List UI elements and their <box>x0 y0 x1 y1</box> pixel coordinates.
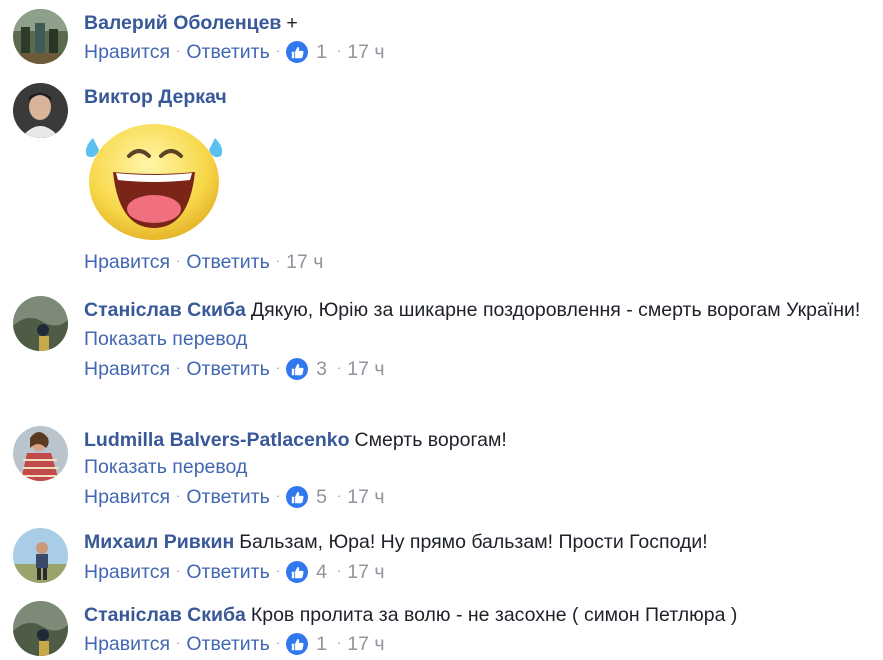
avatar[interactable] <box>13 601 68 656</box>
separator: · <box>336 488 342 503</box>
timestamp[interactable]: 17 ч <box>286 249 323 275</box>
comment-message: Кров пролита за волю - не засохне ( симо… <box>250 604 738 626</box>
like-button[interactable]: Нравится <box>84 631 170 657</box>
like-button[interactable]: Нравится <box>84 559 170 585</box>
timestamp[interactable]: 17 ч <box>347 631 384 657</box>
like-count: 1 <box>316 633 327 655</box>
timestamp[interactable]: 17 ч <box>347 559 384 585</box>
like-button[interactable]: Нравится <box>84 356 170 382</box>
reply-button[interactable]: Ответить <box>186 559 269 585</box>
comment-text: Валерий Оболенцев + <box>84 9 873 37</box>
laughing-face-sticker <box>79 116 873 246</box>
comment-text: Ludmilla Balvers-Patlacenko Смерть ворога… <box>84 426 873 454</box>
timestamp[interactable]: 17 ч <box>347 356 384 382</box>
avatar[interactable] <box>13 528 68 583</box>
author-name[interactable]: Валерий Оболенцев <box>84 12 281 34</box>
like-icon[interactable] <box>286 358 309 380</box>
like-icon[interactable] <box>286 561 309 583</box>
separator: · <box>275 563 281 578</box>
separator: · <box>176 635 181 650</box>
comment-actions: Нравится · Ответить · 1 · 17 ч <box>84 39 873 65</box>
comment-actions: Нравится · Ответить · 5 · 17 ч <box>84 484 873 510</box>
author-name[interactable]: Михаил Ривкин <box>84 531 234 553</box>
reply-button[interactable]: Ответить <box>186 631 269 657</box>
comment-list: Валерий Оболенцев + Нравится · Ответить ·… <box>0 0 883 660</box>
like-count: 4 <box>316 561 327 583</box>
comment-message: + <box>286 12 298 34</box>
separator: · <box>275 253 281 268</box>
like-count: 1 <box>316 41 327 63</box>
comment-message: Смерть ворогам! <box>354 429 507 451</box>
avatar[interactable] <box>13 83 68 138</box>
separator: · <box>176 43 181 58</box>
like-count: 5 <box>316 486 327 508</box>
separator: · <box>336 635 342 650</box>
comment-text: Станіслав Скиба Дякую, Юрію за шикарне по… <box>84 296 873 324</box>
show-translation-link[interactable]: Показать перевод <box>84 326 873 352</box>
like-count: 3 <box>316 358 327 380</box>
reply-button[interactable]: Ответить <box>186 356 269 382</box>
like-icon[interactable] <box>286 486 309 508</box>
reply-button[interactable]: Ответить <box>186 484 269 510</box>
comment-actions: Нравится · Ответить · 1 · 17 ч <box>84 631 873 657</box>
like-icon[interactable] <box>286 41 309 63</box>
like-icon[interactable] <box>286 633 309 655</box>
comment-actions: Нравится · Ответить · 4 · 17 ч <box>84 559 873 585</box>
show-translation-link[interactable]: Показать перевод <box>84 454 873 480</box>
separator: · <box>275 488 281 503</box>
separator: · <box>275 360 281 375</box>
timestamp[interactable]: 17 ч <box>347 484 384 510</box>
comment-text: Станіслав Скиба Кров пролита за волю - не… <box>84 601 873 629</box>
like-button[interactable]: Нравится <box>84 39 170 65</box>
like-button[interactable]: Нравится <box>84 249 170 275</box>
like-button[interactable]: Нравится <box>84 484 170 510</box>
separator: · <box>176 488 181 503</box>
separator: · <box>275 43 281 58</box>
timestamp[interactable]: 17 ч <box>347 39 384 65</box>
separator: · <box>176 360 181 375</box>
avatar[interactable] <box>13 9 68 64</box>
separator: · <box>176 563 181 578</box>
author-name[interactable]: Виктор Деркач <box>84 86 227 108</box>
avatar[interactable] <box>13 426 68 481</box>
comment-message: Бальзам, Юра! Ну прямо бальзам! Прости Г… <box>239 531 708 553</box>
separator: · <box>336 563 342 578</box>
avatar[interactable] <box>13 296 68 351</box>
reply-button[interactable]: Ответить <box>186 39 269 65</box>
separator: · <box>176 253 181 268</box>
author-name[interactable]: Станіслав Скиба <box>84 604 246 626</box>
author-name[interactable]: Ludmilla Balvers-Patlacenko <box>84 429 350 451</box>
comment-text: Виктор Деркач <box>84 83 873 111</box>
separator: · <box>275 635 281 650</box>
separator: · <box>336 43 342 58</box>
comment-actions: Нравится · Ответить · 17 ч <box>84 249 873 275</box>
comment-message: Дякую, Юрію за шикарне поздоровлення - с… <box>250 299 861 321</box>
separator: · <box>336 360 342 375</box>
author-name[interactable]: Станіслав Скиба <box>84 299 246 321</box>
reply-button[interactable]: Ответить <box>186 249 269 275</box>
comment-text: Михаил Ривкин Бальзам, Юра! Ну прямо баль… <box>84 528 873 556</box>
comment-actions: Нравится · Ответить · 3 · 17 ч <box>84 356 873 382</box>
